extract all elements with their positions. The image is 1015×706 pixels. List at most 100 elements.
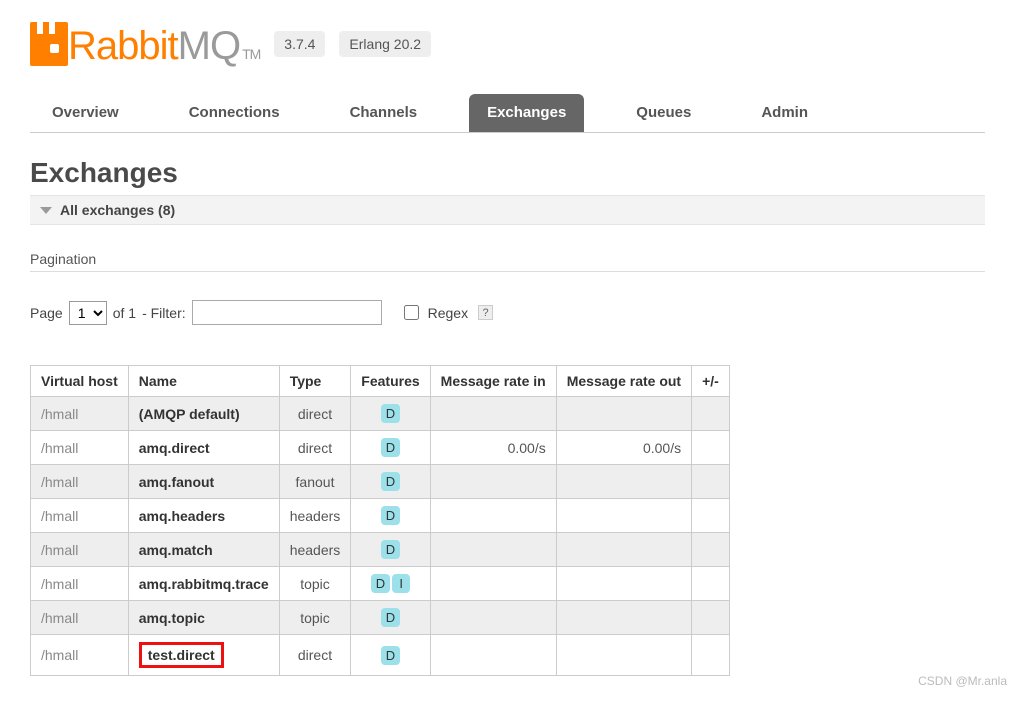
cell-expand — [692, 499, 730, 533]
erlang-badge: Erlang 20.2 — [339, 31, 431, 57]
regex-label: Regex — [428, 305, 468, 321]
cell-features: D — [351, 431, 430, 465]
cell-expand — [692, 601, 730, 635]
cell-features: DI — [351, 567, 430, 601]
help-icon[interactable]: ? — [478, 305, 493, 320]
cell-features: D — [351, 499, 430, 533]
feature-tag: D — [371, 574, 390, 593]
tab-overview[interactable]: Overview — [34, 94, 137, 132]
version-badge: 3.7.4 — [274, 31, 325, 57]
cell-rate-out — [556, 499, 691, 533]
table-row: /hmallamq.directdirectD0.00/s0.00/s — [31, 431, 730, 465]
cell-rate-in — [430, 397, 556, 431]
exchanges-table: Virtual host Name Type Features Message … — [30, 365, 730, 676]
tab-channels[interactable]: Channels — [332, 94, 436, 132]
cell-vhost: /hmall — [31, 431, 129, 465]
cell-rate-out: 0.00/s — [556, 431, 691, 465]
cell-rate-in — [430, 499, 556, 533]
cell-rate-in: 0.00/s — [430, 431, 556, 465]
cell-vhost: /hmall — [31, 567, 129, 601]
filter-label: - Filter: — [142, 305, 186, 321]
feature-tag: I — [392, 574, 410, 593]
cell-vhost: /hmall — [31, 601, 129, 635]
cell-rate-in — [430, 601, 556, 635]
watermark: CSDN @Mr.anla — [918, 674, 1007, 688]
tab-connections[interactable]: Connections — [171, 94, 298, 132]
regex-checkbox[interactable] — [404, 305, 419, 320]
col-virtual-host[interactable]: Virtual host — [31, 366, 129, 397]
cell-rate-out — [556, 465, 691, 499]
feature-tag: D — [381, 540, 400, 559]
header: RabbitMQTM 3.7.4 Erlang 20.2 — [30, 22, 985, 66]
col-message-rate-out[interactable]: Message rate out — [556, 366, 691, 397]
table-row: /hmall(AMQP default)directD — [31, 397, 730, 431]
col-expand[interactable]: +/- — [692, 366, 730, 397]
cell-name[interactable]: (AMQP default) — [128, 397, 279, 431]
filter-input[interactable] — [192, 300, 382, 325]
cell-features: D — [351, 397, 430, 431]
cell-type: topic — [279, 601, 351, 635]
cell-vhost: /hmall — [31, 635, 129, 676]
cell-rate-in — [430, 533, 556, 567]
cell-type: topic — [279, 567, 351, 601]
cell-expand — [692, 635, 730, 676]
highlighted-name[interactable]: test.direct — [139, 642, 224, 668]
cell-name[interactable]: amq.fanout — [128, 465, 279, 499]
tab-admin[interactable]: Admin — [743, 94, 826, 132]
cell-name[interactable]: amq.topic — [128, 601, 279, 635]
cell-expand — [692, 397, 730, 431]
cell-expand — [692, 533, 730, 567]
cell-expand — [692, 431, 730, 465]
col-message-rate-in[interactable]: Message rate in — [430, 366, 556, 397]
cell-rate-out — [556, 601, 691, 635]
cell-type: fanout — [279, 465, 351, 499]
cell-vhost: /hmall — [31, 533, 129, 567]
feature-tag: D — [381, 438, 400, 457]
table-row: /hmallamq.headersheaders D — [31, 499, 730, 533]
cell-rate-out — [556, 635, 691, 676]
cell-rate-in — [430, 567, 556, 601]
main-tabs: Overview Connections Channels Exchanges … — [30, 94, 985, 133]
cell-name[interactable]: test.direct — [128, 635, 279, 676]
cell-name[interactable]: amq.headers — [128, 499, 279, 533]
col-type[interactable]: Type — [279, 366, 351, 397]
feature-tag: D — [381, 506, 400, 525]
cell-vhost: /hmall — [31, 499, 129, 533]
logo: RabbitMQTM — [30, 22, 260, 66]
cell-name[interactable]: amq.rabbitmq.trace — [128, 567, 279, 601]
page-title: Exchanges — [30, 157, 985, 189]
cell-features: D — [351, 533, 430, 567]
cell-vhost: /hmall — [31, 465, 129, 499]
cell-rate-out — [556, 567, 691, 601]
rabbitmq-icon — [30, 22, 68, 66]
cell-type: headers — [279, 533, 351, 567]
table-row: /hmallamq.matchheaders D — [31, 533, 730, 567]
cell-type: direct — [279, 635, 351, 676]
pagination-heading: Pagination — [30, 251, 985, 272]
cell-features: D — [351, 465, 430, 499]
cell-vhost: /hmall — [31, 397, 129, 431]
section-all-exchanges[interactable]: All exchanges (8) — [30, 195, 985, 225]
logo-tm: TM — [242, 46, 260, 62]
table-row: /hmallamq.topictopic D — [31, 601, 730, 635]
cell-features: D — [351, 601, 430, 635]
cell-rate-in — [430, 635, 556, 676]
feature-tag: D — [381, 646, 400, 665]
cell-type: direct — [279, 397, 351, 431]
cell-rate-out — [556, 397, 691, 431]
cell-name[interactable]: amq.direct — [128, 431, 279, 465]
cell-expand — [692, 465, 730, 499]
cell-name[interactable]: amq.match — [128, 533, 279, 567]
page-label: Page — [30, 305, 63, 321]
col-features[interactable]: Features — [351, 366, 430, 397]
page-select[interactable]: 1 — [69, 301, 107, 325]
tab-queues[interactable]: Queues — [618, 94, 709, 132]
logo-mq: MQ — [178, 24, 240, 68]
table-row: /hmallamq.rabbitmq.tracetopicDI — [31, 567, 730, 601]
feature-tag: D — [381, 608, 400, 627]
table-row: /hmall test.direct direct D — [31, 635, 730, 676]
cell-type: headers — [279, 499, 351, 533]
col-name[interactable]: Name — [128, 366, 279, 397]
tab-exchanges[interactable]: Exchanges — [469, 94, 584, 132]
cell-rate-in — [430, 465, 556, 499]
